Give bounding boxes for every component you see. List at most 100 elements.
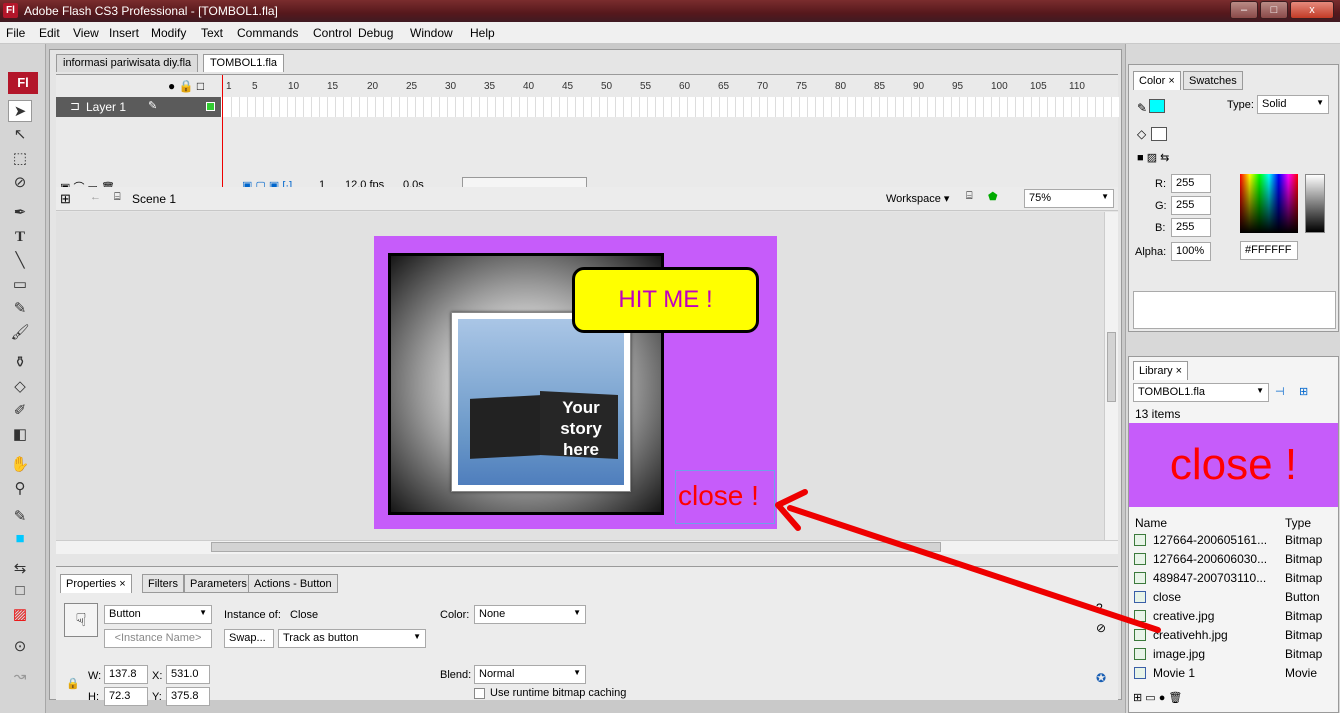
- edit-scene-icon[interactable]: ⌸: [966, 190, 973, 203]
- eye-lock-outline-icons[interactable]: ● 🔒 □: [168, 79, 204, 93]
- free-transform-tool-icon[interactable]: ⬚: [8, 148, 32, 170]
- scroll-thumb[interactable]: [211, 542, 941, 552]
- back-arrow-icon[interactable]: ←: [90, 191, 101, 203]
- library-item[interactable]: Movie 1 Movie: [1129, 664, 1338, 683]
- lock-icon[interactable]: 🔒: [66, 677, 80, 690]
- menu-debug[interactable]: Debug: [358, 26, 393, 40]
- fill-swatch-icon[interactable]: □: [8, 580, 32, 602]
- color-swap-icons[interactable]: ■ ▨ ⇆: [1137, 151, 1169, 164]
- red-input[interactable]: 255: [1171, 174, 1211, 193]
- instance-name-input[interactable]: <Instance Name>: [104, 629, 212, 648]
- fill-color-swatch[interactable]: [1151, 127, 1167, 141]
- hit-me-button[interactable]: HIT ME !: [572, 267, 759, 333]
- symbol-type-select[interactable]: Button: [104, 605, 212, 624]
- tab-filters[interactable]: Filters: [142, 574, 184, 593]
- tab-informasi[interactable]: informasi pariwisata diy.fla: [56, 54, 199, 72]
- text-tool-icon[interactable]: T: [8, 226, 32, 248]
- y-input[interactable]: 375.8: [166, 687, 210, 706]
- help-icon[interactable]: ?: [1096, 601, 1103, 615]
- tab-properties[interactable]: Properties ×: [60, 574, 132, 593]
- menu-window[interactable]: Window: [410, 26, 453, 40]
- hex-input[interactable]: #FFFFFF: [1240, 241, 1298, 260]
- library-item[interactable]: 127664-200605161... Bitmap: [1129, 531, 1338, 550]
- col-name[interactable]: Name: [1135, 516, 1167, 530]
- menu-view[interactable]: View: [73, 26, 99, 40]
- stroke-color-swatch[interactable]: [1149, 99, 1165, 113]
- stroke-color-icon[interactable]: ✎: [8, 506, 32, 528]
- zoom-tool-icon[interactable]: ⚲: [8, 478, 32, 500]
- menu-text[interactable]: Text: [201, 26, 223, 40]
- workspace-menu[interactable]: Workspace ▾: [886, 192, 949, 205]
- x-input[interactable]: 531.0: [166, 665, 210, 684]
- fill-swap-icon[interactable]: ⇆: [8, 558, 32, 580]
- color-select[interactable]: None: [474, 605, 586, 624]
- library-item[interactable]: 127664-200606030... Bitmap: [1129, 550, 1338, 569]
- eraser-tool-icon[interactable]: ◧: [8, 424, 32, 446]
- menu-commands[interactable]: Commands: [237, 26, 298, 40]
- library-item[interactable]: image.jpg Bitmap: [1129, 645, 1338, 664]
- pen-tool-icon[interactable]: ✒: [8, 202, 32, 224]
- tab-color[interactable]: Color ×: [1133, 71, 1181, 90]
- menu-insert[interactable]: Insert: [109, 26, 139, 40]
- lasso-tool-icon[interactable]: ⊘: [8, 172, 32, 194]
- pin-icon[interactable]: ⊣: [1275, 385, 1285, 398]
- snap-to-objects-icon[interactable]: ⊙: [8, 636, 32, 658]
- paint-bucket-tool-icon[interactable]: ◇: [8, 376, 32, 398]
- library-item[interactable]: close Button: [1129, 588, 1338, 607]
- track-select[interactable]: Track as button: [278, 629, 426, 648]
- bitmap-caching-checkbox[interactable]: [474, 688, 485, 699]
- tab-swatches[interactable]: Swatches: [1183, 71, 1243, 90]
- menu-file[interactable]: File: [6, 26, 25, 40]
- color-spectrum[interactable]: [1240, 174, 1298, 233]
- close-window-button[interactable]: x: [1290, 1, 1334, 19]
- selection-tool-icon[interactable]: ➤: [8, 100, 32, 122]
- library-item[interactable]: creativehh.jpg Bitmap: [1129, 626, 1338, 645]
- tab-actions[interactable]: Actions - Button: [248, 574, 338, 593]
- width-input[interactable]: 137.8: [104, 665, 148, 684]
- rectangle-tool-icon[interactable]: ▭: [8, 274, 32, 296]
- timeline-toggle-icon[interactable]: ⊞: [60, 191, 71, 207]
- height-input[interactable]: 72.3: [104, 687, 148, 706]
- menu-control[interactable]: Control: [313, 26, 352, 40]
- col-type[interactable]: Type: [1285, 516, 1311, 530]
- swap-button[interactable]: Swap...: [224, 629, 274, 648]
- brush-tool-icon[interactable]: 🖌: [8, 322, 32, 344]
- blend-select[interactable]: Normal: [474, 665, 586, 684]
- menu-edit[interactable]: Edit: [39, 26, 60, 40]
- no-color-icon[interactable]: ▨: [8, 604, 32, 626]
- accessibility-icon[interactable]: ✪: [1096, 671, 1106, 685]
- library-file-select[interactable]: TOMBOL1.fla: [1133, 383, 1269, 402]
- close-button-instance[interactable]: close !: [675, 470, 775, 524]
- pencil-tool-icon[interactable]: ✎: [8, 298, 32, 320]
- expand-icon[interactable]: ⊘: [1096, 621, 1106, 635]
- hand-tool-icon[interactable]: ✋: [8, 454, 32, 476]
- library-item[interactable]: creative.jpg Bitmap: [1129, 607, 1338, 626]
- menu-modify[interactable]: Modify: [151, 26, 186, 40]
- scroll-thumb[interactable]: [1107, 332, 1116, 402]
- blue-input[interactable]: 255: [1171, 218, 1211, 237]
- minimize-button[interactable]: –: [1230, 1, 1258, 19]
- tab-library[interactable]: Library ×: [1133, 361, 1189, 380]
- fill-type-select[interactable]: Solid: [1257, 95, 1329, 114]
- edit-symbols-icon[interactable]: ⬟: [988, 190, 998, 203]
- new-library-icon[interactable]: ⊞: [1299, 385, 1308, 398]
- library-footer-icons[interactable]: ⊞ ▭ ● 🗑: [1133, 691, 1182, 704]
- stage-vertical-scrollbar[interactable]: [1104, 212, 1118, 540]
- fill-color-icon[interactable]: ■: [8, 528, 32, 550]
- ink-bottle-tool-icon[interactable]: ⚱: [8, 352, 32, 374]
- subselection-tool-icon[interactable]: ↖: [8, 124, 32, 146]
- tab-tombol1[interactable]: TOMBOL1.fla: [203, 54, 285, 72]
- smooth-icon[interactable]: ↝: [8, 666, 32, 688]
- zoom-select[interactable]: 75%: [1024, 189, 1114, 208]
- library-item[interactable]: 489847-200703110... Bitmap: [1129, 569, 1338, 588]
- maximize-button[interactable]: □: [1260, 1, 1288, 19]
- frame-strip[interactable]: [224, 97, 1119, 117]
- tab-parameters[interactable]: Parameters: [184, 574, 253, 593]
- brightness-slider[interactable]: [1305, 174, 1325, 233]
- green-input[interactable]: 255: [1171, 196, 1211, 215]
- stage-horizontal-scrollbar[interactable]: [56, 540, 1118, 554]
- eyedropper-tool-icon[interactable]: ✐: [8, 400, 32, 422]
- line-tool-icon[interactable]: ╲: [8, 250, 32, 272]
- layer-1[interactable]: ⊐ Layer 1 ✎: [56, 97, 221, 117]
- alpha-input[interactable]: 100%: [1171, 242, 1211, 261]
